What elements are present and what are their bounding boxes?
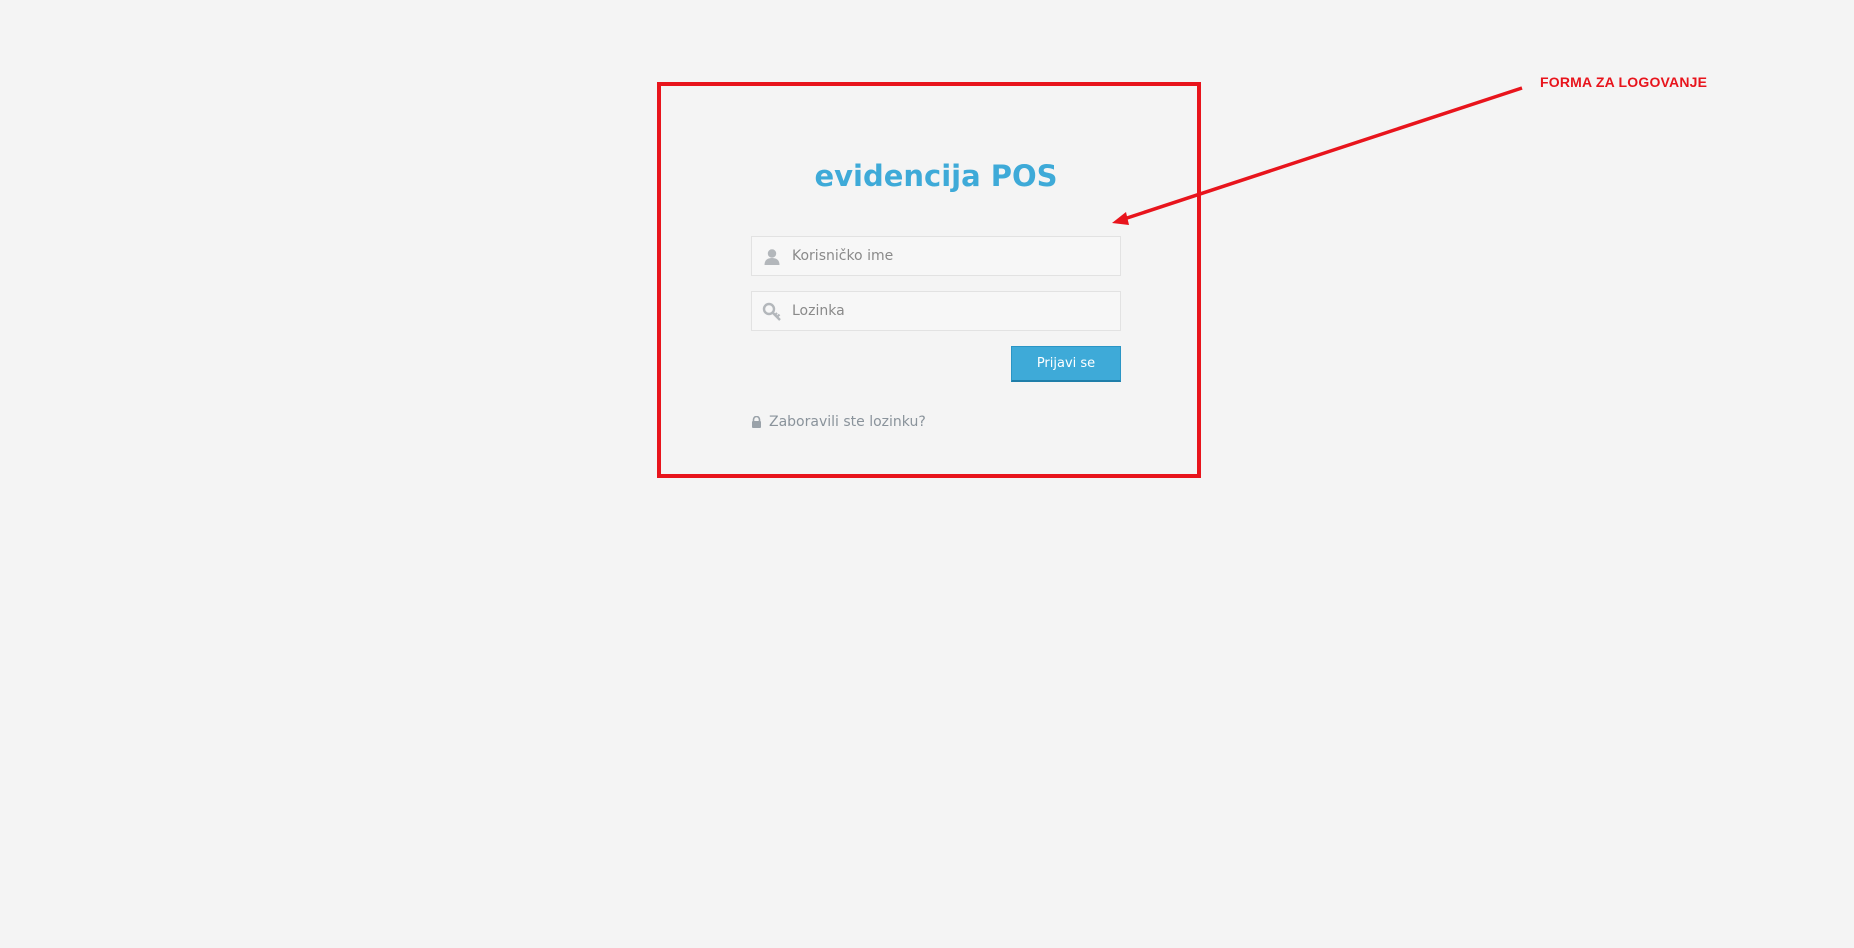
forgot-password-link[interactable]: Zaboravili ste lozinku?	[769, 414, 926, 430]
password-field-container	[751, 291, 1121, 331]
username-field-container	[751, 236, 1121, 276]
app-title: evidencija POS	[814, 159, 1058, 193]
form-actions: Prijavi se	[751, 346, 1121, 382]
password-input[interactable]	[792, 292, 1112, 330]
username-input[interactable]	[792, 237, 1112, 275]
key-icon	[762, 302, 781, 321]
login-page: FORMA ZA LOGOVANJE evidencija POS Prijav…	[0, 0, 1854, 948]
forgot-password-row: Zaboravili ste lozinku?	[751, 412, 1121, 432]
user-icon	[764, 249, 780, 265]
login-button[interactable]: Prijavi se	[1011, 346, 1121, 382]
login-form: evidencija POS Prijavi se	[751, 150, 1121, 432]
lock-icon	[752, 416, 761, 428]
annotation-label: FORMA ZA LOGOVANJE	[1540, 74, 1708, 90]
